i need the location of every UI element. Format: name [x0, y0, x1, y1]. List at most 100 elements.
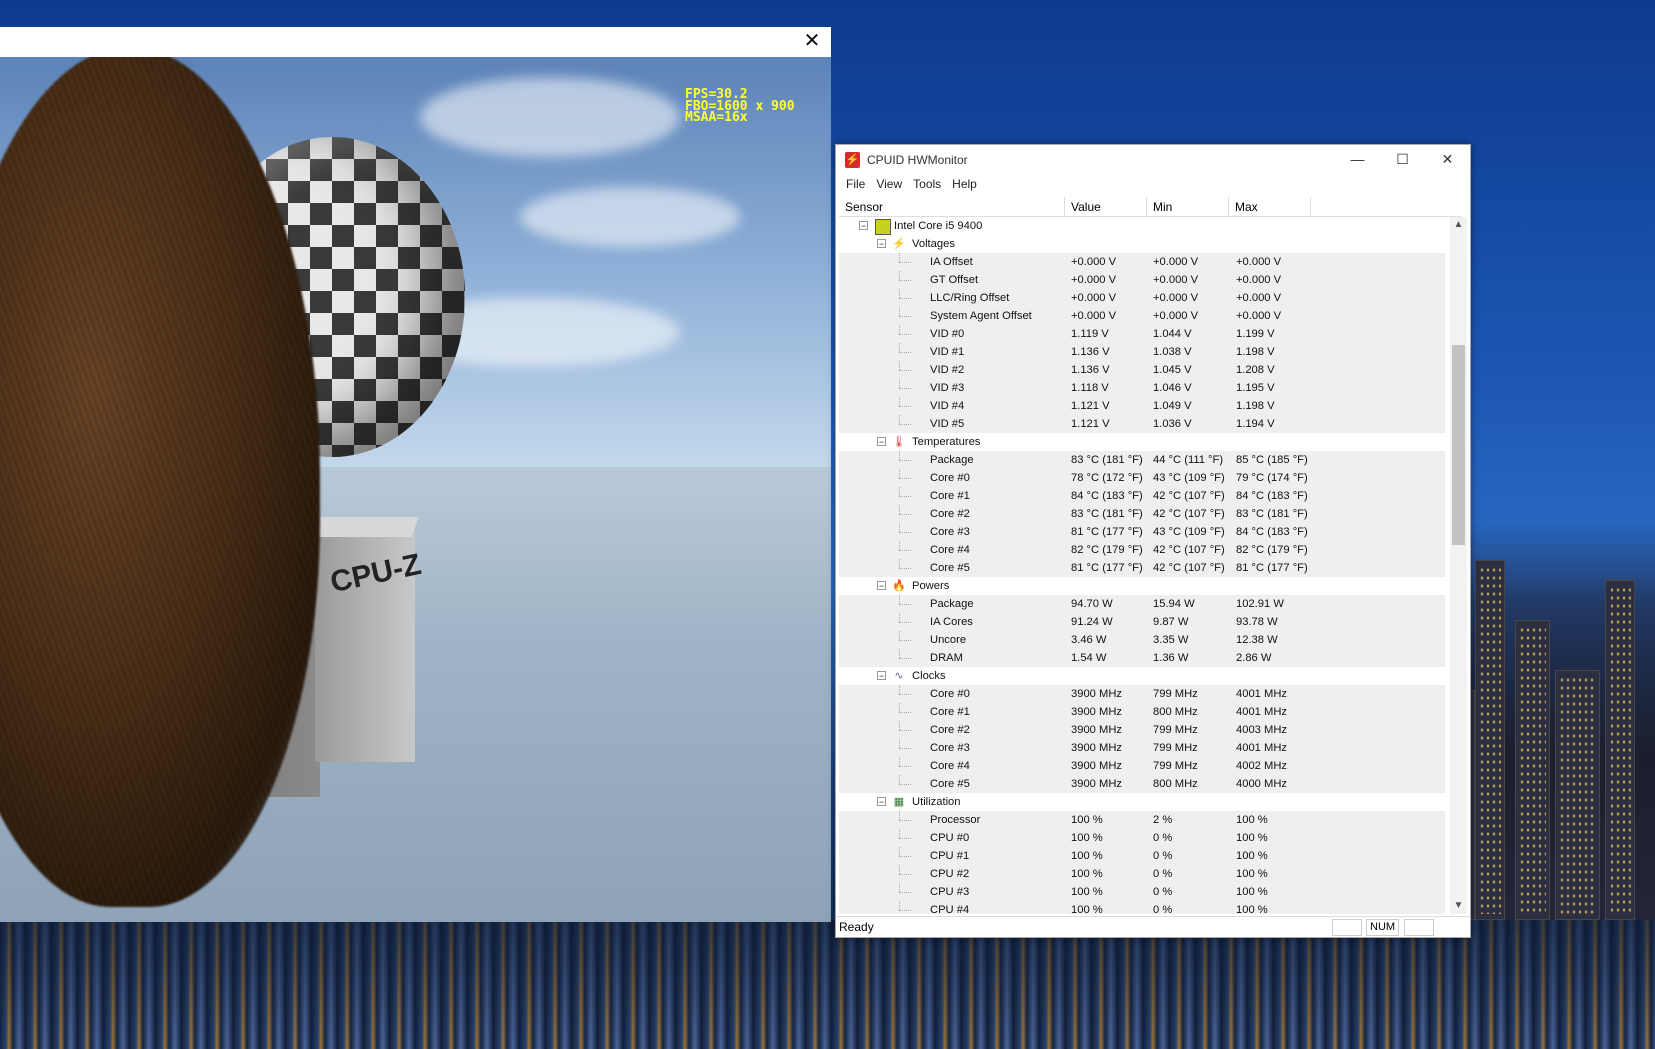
sensor-name: System Agent Offset	[930, 310, 1032, 322]
sensor-row[interactable]: CPU #1 100 % 0 % 100 %	[839, 847, 1445, 865]
num-lock-indicator: NUM	[1366, 919, 1400, 936]
sensor-row[interactable]: Package 83 °C (181 °F) 44 °C (111 °F) 85 °C…	[839, 451, 1445, 469]
collapse-icon[interactable]: −	[877, 671, 886, 681]
sensor-name: CPU #0	[930, 832, 970, 844]
column-min[interactable]: Min	[1147, 197, 1229, 216]
sensor-value: 78 °C (172 °F)	[1071, 472, 1143, 484]
menu-tools[interactable]: Tools	[909, 174, 948, 194]
sensor-max: 2.86 W	[1236, 652, 1272, 664]
minimize-button[interactable]: —	[1335, 145, 1380, 174]
sensor-row[interactable]: Core #5 3900 MHz 800 MHz 4000 MHz	[839, 775, 1445, 793]
sensor-row[interactable]: CPU #3 100 % 0 % 100 %	[839, 883, 1445, 901]
group-voltage[interactable]: − ⚡ Voltages	[839, 235, 1445, 253]
sensor-tree[interactable]: − Intel Core i5 9400− ⚡ Voltages IA Offset +0…	[839, 217, 1445, 914]
hwmonitor-window[interactable]: ⚡ CPUID HWMonitor — ☐ ✕ File View Tools …	[835, 144, 1471, 938]
sensor-row[interactable]: IA Cores 91.24 W 9.87 W 93.78 W	[839, 613, 1445, 631]
fur-demo-window[interactable]: ✕ CPU-Z FPS=30.2 FBO=1600 x 900 MSAA=16x	[0, 27, 831, 922]
sensor-row[interactable]: Core #2 3900 MHz 799 MHz 4003 MHz	[839, 721, 1445, 739]
sensor-min: 1.044 V	[1153, 328, 1192, 340]
sensor-max: 4001 MHz	[1236, 742, 1287, 754]
sensor-min: 0 %	[1153, 886, 1173, 898]
sensor-value: 83 °C (181 °F)	[1071, 454, 1143, 466]
sensor-row[interactable]: Processor 100 % 2 % 100 %	[839, 811, 1445, 829]
sensor-max: 100 %	[1236, 850, 1268, 862]
sensor-row[interactable]: Package 94.70 W 15.94 W 102.91 W	[839, 595, 1445, 613]
sensor-row[interactable]: Core #0 3900 MHz 799 MHz 4001 MHz	[839, 685, 1445, 703]
group-label: Clocks	[912, 670, 946, 682]
collapse-icon[interactable]: −	[877, 437, 886, 447]
sensor-row[interactable]: VID #2 1.136 V 1.045 V 1.208 V	[839, 361, 1445, 379]
sensor-min: 15.94 W	[1153, 598, 1195, 610]
sensor-name: DRAM	[930, 652, 963, 664]
scroll-up-icon[interactable]: ▲	[1450, 217, 1467, 233]
group-clock-wave[interactable]: − ∿ Clocks	[839, 667, 1445, 685]
scroll-thumb[interactable]	[1452, 345, 1465, 545]
menu-view[interactable]: View	[872, 174, 909, 194]
menu-file[interactable]: File	[842, 174, 872, 194]
sensor-row[interactable]: VID #5 1.121 V 1.036 V 1.194 V	[839, 415, 1445, 433]
group-utilization[interactable]: − ▦ Utilization	[839, 793, 1445, 811]
sensor-row[interactable]: Uncore 3.46 W 3.35 W 12.38 W	[839, 631, 1445, 649]
sensor-row[interactable]: VID #0 1.119 V 1.044 V 1.199 V	[839, 325, 1445, 343]
sensor-min: 43 °C (109 °F)	[1153, 472, 1225, 484]
sensor-row[interactable]: CPU #2 100 % 0 % 100 %	[839, 865, 1445, 883]
group-thermometer[interactable]: − 🌡 Temperatures	[839, 433, 1445, 451]
sensor-row[interactable]: GT Offset +0.000 V +0.000 V +0.000 V	[839, 271, 1445, 289]
maximize-button[interactable]: ☐	[1380, 145, 1425, 174]
sensor-max: 100 %	[1236, 814, 1268, 826]
sensor-value: 100 %	[1071, 832, 1103, 844]
collapse-icon[interactable]: −	[877, 581, 886, 591]
sensor-row[interactable]: Core #4 82 °C (179 °F) 42 °C (107 °F) 82 °C…	[839, 541, 1445, 559]
sensor-name: Core #3	[930, 742, 970, 754]
sensor-max: 100 %	[1236, 886, 1268, 898]
sensor-value: 100 %	[1071, 850, 1103, 862]
voltage-icon: ⚡	[892, 238, 906, 250]
sensor-row[interactable]: Core #4 3900 MHz 799 MHz 4002 MHz	[839, 757, 1445, 775]
collapse-icon[interactable]: −	[877, 797, 886, 807]
sensor-row[interactable]: Core #0 78 °C (172 °F) 43 °C (109 °F) 79 °C…	[839, 469, 1445, 487]
collapse-icon[interactable]: −	[859, 221, 868, 231]
sensor-name: Core #1	[930, 490, 970, 502]
sensor-max: 84 °C (183 °F)	[1236, 526, 1308, 538]
sensor-row[interactable]: LLC/Ring Offset +0.000 V +0.000 V +0.000 V	[839, 289, 1445, 307]
demo-titlebar[interactable]: ✕	[0, 27, 831, 57]
sensor-row[interactable]: VID #1 1.136 V 1.038 V 1.198 V	[839, 343, 1445, 361]
device-row[interactable]: − Intel Core i5 9400	[839, 217, 1445, 235]
sensor-max: 12.38 W	[1236, 634, 1278, 646]
column-value[interactable]: Value	[1065, 197, 1147, 216]
close-button[interactable]: ✕	[1425, 145, 1470, 174]
sensor-min: 2 %	[1153, 814, 1173, 826]
close-icon[interactable]: ✕	[801, 30, 823, 52]
sensor-row[interactable]: System Agent Offset +0.000 V +0.000 V +0.00…	[839, 307, 1445, 325]
hwmonitor-app-icon: ⚡	[845, 151, 860, 168]
sensor-row[interactable]: DRAM 1.54 W 1.36 W 2.86 W	[839, 649, 1445, 667]
sensor-row[interactable]: Core #1 3900 MHz 800 MHz 4001 MHz	[839, 703, 1445, 721]
column-sensor[interactable]: Sensor	[839, 197, 1065, 216]
group-label: Voltages	[912, 238, 955, 250]
river-reflection	[0, 920, 1655, 1049]
hwmonitor-titlebar[interactable]: ⚡ CPUID HWMonitor — ☐ ✕	[836, 145, 1470, 174]
sensor-row[interactable]: CPU #4 100 % 0 % 100 %	[839, 901, 1445, 914]
sensor-row[interactable]: Core #3 81 °C (177 °F) 43 °C (109 °F) 84 °C…	[839, 523, 1445, 541]
column-max[interactable]: Max	[1229, 197, 1311, 216]
vertical-scrollbar[interactable]: ▲ ▼	[1450, 217, 1467, 914]
thermometer-icon: 🌡	[892, 436, 906, 448]
sensor-row[interactable]: Core #3 3900 MHz 799 MHz 4001 MHz	[839, 739, 1445, 757]
scroll-down-icon[interactable]: ▼	[1450, 898, 1467, 914]
sensor-max: 84 °C (183 °F)	[1236, 490, 1308, 502]
sensor-row[interactable]: VID #4 1.121 V 1.049 V 1.198 V	[839, 397, 1445, 415]
sensor-max: 100 %	[1236, 868, 1268, 880]
collapse-icon[interactable]: −	[877, 239, 886, 249]
sensor-row[interactable]: CPU #0 100 % 0 % 100 %	[839, 829, 1445, 847]
sensor-row[interactable]: Core #5 81 °C (177 °F) 42 °C (107 °F) 81 °C…	[839, 559, 1445, 577]
menu-help[interactable]: Help	[948, 174, 984, 194]
sensor-value: 81 °C (177 °F)	[1071, 562, 1143, 574]
sensor-row[interactable]: VID #3 1.118 V 1.046 V 1.195 V	[839, 379, 1445, 397]
sensor-max: 4001 MHz	[1236, 688, 1287, 700]
sensor-max: 4003 MHz	[1236, 724, 1287, 736]
sensor-row[interactable]: IA Offset +0.000 V +0.000 V +0.000 V	[839, 253, 1445, 271]
sensor-row[interactable]: Core #2 83 °C (181 °F) 42 °C (107 °F) 83 °C…	[839, 505, 1445, 523]
group-flame[interactable]: − 🔥 Powers	[839, 577, 1445, 595]
sensor-min: 3.35 W	[1153, 634, 1189, 646]
sensor-row[interactable]: Core #1 84 °C (183 °F) 42 °C (107 °F) 84 °C…	[839, 487, 1445, 505]
